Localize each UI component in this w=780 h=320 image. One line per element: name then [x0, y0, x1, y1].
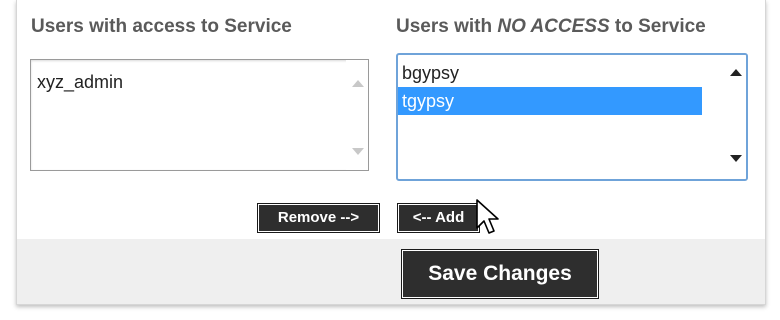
scrollbar[interactable]	[346, 60, 368, 170]
list-item[interactable]: xyz_admin	[31, 68, 347, 96]
service-access-panel: Users with access to Service Users with …	[16, 0, 766, 305]
mouse-pointer-icon	[476, 199, 499, 234]
scrollbar[interactable]	[724, 55, 746, 179]
no-access-listbox[interactable]: bgypsy tgypsy	[396, 53, 748, 181]
scroll-up-arrow-icon[interactable]	[352, 80, 364, 87]
scroll-down-arrow-icon[interactable]	[352, 148, 364, 155]
no-access-heading: Users with NO ACCESS to Service	[396, 16, 706, 38]
list-item[interactable]: bgypsy	[398, 59, 702, 87]
with-access-heading: Users with access to Service	[31, 16, 292, 37]
add-button[interactable]: <-- Add	[397, 203, 480, 233]
list-item-selected[interactable]: tgypsy	[398, 87, 702, 115]
footer-bar	[17, 239, 765, 304]
no-access-heading-emphasis: NO ACCESS	[497, 16, 610, 37]
with-access-listbox[interactable]: xyz_admin	[30, 59, 369, 171]
save-changes-button[interactable]: Save Changes	[401, 249, 599, 299]
scroll-up-arrow-icon[interactable]	[730, 69, 742, 76]
no-access-heading-prefix: Users with	[396, 16, 498, 37]
remove-button[interactable]: Remove -->	[257, 203, 380, 233]
no-access-heading-suffix: to Service	[609, 16, 706, 37]
scroll-down-arrow-icon[interactable]	[730, 155, 742, 162]
